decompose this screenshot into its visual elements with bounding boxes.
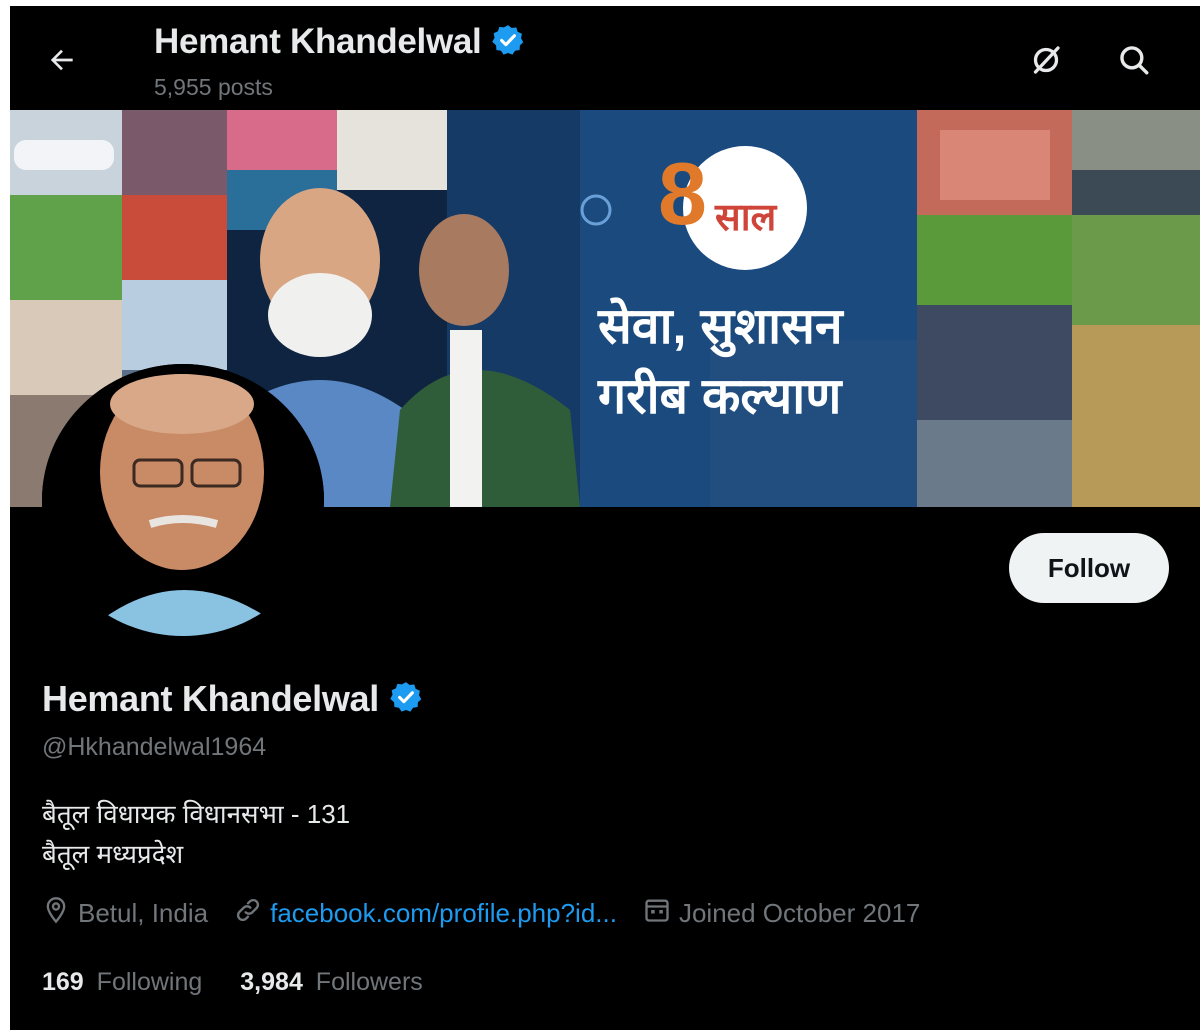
location-text: Betul, India (78, 898, 209, 928)
website-item[interactable]: facebook.com/profile.php?id... (234, 896, 617, 931)
badge-number: 8 (658, 144, 707, 243)
header-title: Hemant Khandelwal (154, 22, 525, 62)
grok-icon (1028, 42, 1064, 83)
grok-button[interactable] (1022, 38, 1070, 86)
profile-name: Hemant Khandelwal (42, 678, 379, 719)
top-header: Hemant Khandelwal 5,955 posts (10, 6, 1200, 111)
header-post-count: 5,955 posts (154, 74, 273, 100)
back-button[interactable] (38, 38, 86, 86)
verified-badge-icon[interactable] (389, 680, 423, 719)
profile-bio: बैतूल विधायक विधानसभा - 131 बैतूल मध्यप्… (42, 794, 350, 874)
following-label: Following (96, 968, 203, 996)
joined-text: Joined October 2017 (678, 898, 921, 928)
avatar-portrait (42, 364, 324, 636)
follow-button[interactable]: Follow (1009, 533, 1169, 603)
profile-meta: Betul, India facebook.com/profile.php?id… (42, 896, 946, 931)
location-item: Betul, India (42, 896, 208, 931)
location-pin-icon (42, 896, 70, 931)
followers-count: 3,984 (240, 968, 303, 996)
bio-line: बैतूल मध्यप्रदेश (42, 839, 184, 869)
badge-text: साल (715, 197, 777, 239)
header-name: Hemant Khandelwal (154, 22, 482, 61)
following-stat[interactable]: 169 Following (42, 968, 202, 997)
bio-line: बैतूल विधायक विधानसभा - 131 (42, 799, 351, 829)
profile-handle: @Hkhandelwal1964 (42, 733, 267, 761)
banner-headline-1: सेवा, सुशासन (598, 298, 843, 354)
following-count: 169 (42, 968, 84, 996)
search-icon (1117, 43, 1151, 82)
profile-name-row: Hemant Khandelwal (42, 678, 423, 720)
banner-headline-2: गरीब कल्याण (598, 368, 842, 424)
verified-badge-icon (491, 23, 525, 62)
link-icon (234, 896, 262, 931)
website-link[interactable]: facebook.com/profile.php?id... (270, 898, 617, 929)
avatar[interactable] (42, 364, 324, 636)
back-arrow-icon (46, 44, 78, 81)
followers-label: Followers (315, 968, 423, 996)
joined-item: Joined October 2017 (643, 896, 920, 931)
profile-stats: 169 Following 3,984 Followers (42, 968, 461, 997)
calendar-icon (643, 896, 671, 931)
profile-page: Hemant Khandelwal 5,955 posts 8 साल सेवा… (10, 6, 1200, 1030)
search-button[interactable] (1110, 38, 1158, 86)
followers-stat[interactable]: 3,984 Followers (240, 968, 423, 997)
